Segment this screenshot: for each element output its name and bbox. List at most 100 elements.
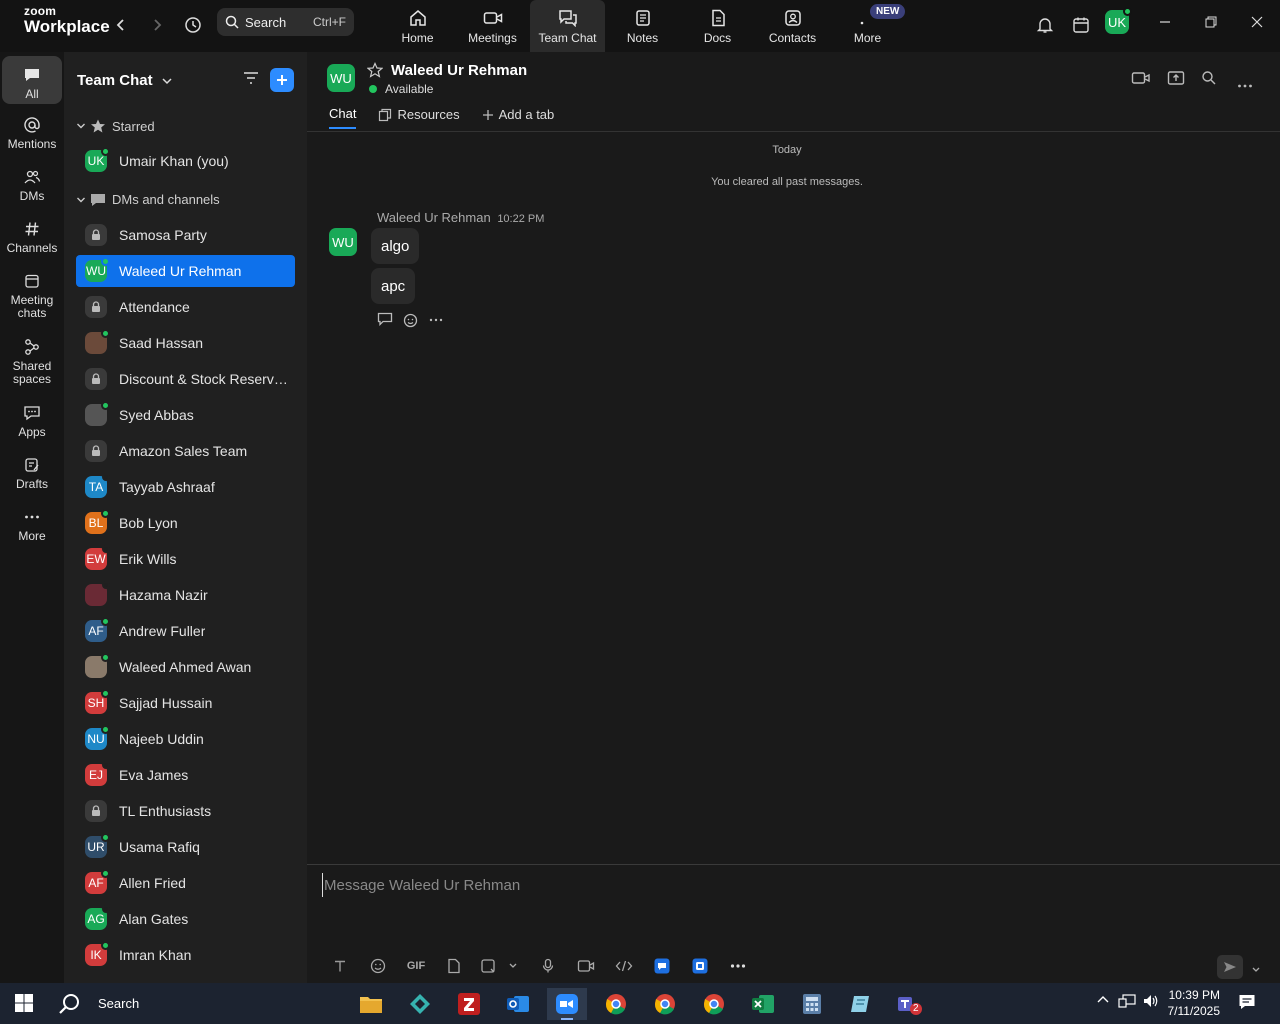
contact-row[interactable]: Saad Hassan xyxy=(76,327,295,359)
tab-add[interactable]: Add a tab xyxy=(482,106,554,129)
volume-icon[interactable] xyxy=(1142,993,1160,1014)
contact-row[interactable]: BL Bob Lyon xyxy=(76,507,295,539)
code-snippet-icon[interactable] xyxy=(605,960,643,972)
nav-contacts[interactable]: Contacts xyxy=(755,0,830,52)
reply-icon[interactable] xyxy=(377,312,393,333)
message-sender[interactable]: Waleed Ur Rehman xyxy=(377,210,491,225)
channel-row[interactable]: TL Enthusiasts xyxy=(76,795,295,827)
contact-row[interactable]: EJ Eva James xyxy=(76,759,295,791)
send-options-chevron-icon[interactable] xyxy=(1251,961,1261,979)
chat-title[interactable]: Waleed Ur Rehman xyxy=(391,62,527,79)
video-call-icon[interactable] xyxy=(1131,70,1151,91)
nav-team-chat[interactable]: Team Chat xyxy=(530,0,605,52)
file-explorer-icon[interactable] xyxy=(351,988,391,1020)
chevron-down-icon[interactable] xyxy=(503,962,523,970)
contact-row[interactable]: AF Allen Fried xyxy=(76,867,295,899)
minimize-icon[interactable] xyxy=(1150,10,1180,34)
message-input[interactable] xyxy=(322,873,1222,897)
send-button[interactable] xyxy=(1217,955,1243,979)
contact-row[interactable]: AF Andrew Fuller xyxy=(76,615,295,647)
dms-section-header[interactable]: DMs and channels xyxy=(76,192,220,207)
channel-row[interactable]: Amazon Sales Team xyxy=(76,435,295,467)
network-icon[interactable] xyxy=(1118,993,1136,1014)
channel-row[interactable]: Samosa Party xyxy=(76,219,295,251)
chrome-profile-icon[interactable] xyxy=(645,988,685,1020)
rail-apps[interactable]: Apps xyxy=(2,402,62,439)
restore-icon[interactable] xyxy=(1196,10,1226,34)
contact-row[interactable]: UR Usama Rafiq xyxy=(76,831,295,863)
contact-row[interactable]: EW Erik Wills xyxy=(76,543,295,575)
nav-notes[interactable]: Notes xyxy=(605,0,680,52)
rail-dms[interactable]: DMs xyxy=(2,166,62,203)
search-icon[interactable] xyxy=(1201,70,1217,91)
search-box[interactable]: Search Ctrl+F xyxy=(217,8,354,36)
channel-row[interactable]: Discount & Stock Reservati... xyxy=(76,363,295,395)
tray-chevron-up-icon[interactable] xyxy=(1096,993,1110,1012)
app-docs-icon[interactable] xyxy=(681,958,719,974)
rail-meeting-chats[interactable]: Meeting chats xyxy=(2,270,62,320)
message-bubble[interactable]: apc xyxy=(371,268,416,304)
close-icon[interactable] xyxy=(1242,10,1272,34)
contact-row[interactable]: AG Alan Gates xyxy=(76,903,295,935)
user-avatar[interactable]: UK xyxy=(1105,7,1132,34)
file-icon[interactable] xyxy=(435,958,473,974)
contact-row[interactable]: WU Waleed Ur Rehman xyxy=(76,255,295,287)
ellipsis-icon[interactable] xyxy=(429,312,443,333)
screenshot-icon[interactable] xyxy=(473,958,503,974)
microphone-icon[interactable] xyxy=(529,958,567,974)
new-chat-button[interactable] xyxy=(270,68,294,92)
contact-row[interactable]: UK Umair Khan (you) xyxy=(76,145,295,177)
notes-app-icon[interactable] xyxy=(841,988,881,1020)
chrome-profile-icon[interactable] xyxy=(694,988,734,1020)
taskbar-clock[interactable]: 10:39 PM 7/11/2025 xyxy=(1162,987,1221,1019)
star-outline-icon[interactable] xyxy=(366,62,384,83)
rail-drafts[interactable]: Drafts xyxy=(2,454,62,491)
message-bubble[interactable]: algo xyxy=(371,228,420,264)
taskbar-search[interactable]: Search xyxy=(58,988,348,1019)
contact-row[interactable]: TA Tayyab Ashraaf xyxy=(76,471,295,503)
bell-icon[interactable] xyxy=(1032,12,1058,38)
sidebar-title[interactable]: Team Chat xyxy=(77,72,173,89)
rail-mentions[interactable]: Mentions xyxy=(2,114,62,151)
nav-home[interactable]: Home xyxy=(380,0,455,52)
video-message-icon[interactable] xyxy=(567,959,605,973)
starred-section-header[interactable]: Starred xyxy=(76,118,155,134)
contact-row[interactable]: Hazama Nazir xyxy=(76,579,295,611)
contact-row[interactable]: Waleed Ahmed Awan xyxy=(76,651,295,683)
calculator-icon[interactable] xyxy=(792,988,832,1020)
text-format-icon[interactable] xyxy=(321,959,359,973)
channel-row[interactable]: Attendance xyxy=(76,291,295,323)
windows-start-icon[interactable] xyxy=(14,993,34,1018)
notification-center-icon[interactable] xyxy=(1238,993,1256,1016)
rail-channels[interactable]: Channels xyxy=(2,218,62,255)
contact-row[interactable]: SH Sajjad Hussain xyxy=(76,687,295,719)
more-options-icon[interactable] xyxy=(1237,76,1253,94)
app-blue-icon[interactable] xyxy=(643,958,681,974)
calendar-icon[interactable] xyxy=(1068,12,1094,38)
nav-more[interactable]: More NEW xyxy=(830,0,906,52)
nav-meetings[interactable]: Meetings xyxy=(455,0,530,52)
tab-resources[interactable]: Resources xyxy=(378,106,460,129)
teams-icon[interactable]: 2 xyxy=(890,988,930,1020)
filter-icon[interactable] xyxy=(242,70,260,91)
share-screen-icon[interactable] xyxy=(1167,70,1185,91)
emoji-icon[interactable] xyxy=(359,958,397,974)
rail-shared-spaces[interactable]: Shared spaces xyxy=(2,336,62,386)
forward-icon[interactable] xyxy=(144,12,170,38)
rail-more[interactable]: More xyxy=(2,506,62,543)
back-icon[interactable] xyxy=(108,12,134,38)
contact-row[interactable]: NU Najeeb Uddin xyxy=(76,723,295,755)
chat-avatar[interactable]: WU xyxy=(327,64,355,92)
excel-icon[interactable] xyxy=(743,988,783,1020)
chrome-icon[interactable] xyxy=(596,988,636,1020)
app-diamond-icon[interactable] xyxy=(400,988,440,1020)
history-icon[interactable] xyxy=(180,12,206,38)
tab-chat[interactable]: Chat xyxy=(329,106,357,129)
contact-row[interactable]: Syed Abbas xyxy=(76,399,295,431)
more-tools-icon[interactable] xyxy=(719,963,757,969)
zoom-taskbar-icon[interactable] xyxy=(547,988,587,1020)
filezilla-icon[interactable] xyxy=(449,988,489,1020)
outlook-icon[interactable] xyxy=(498,988,538,1020)
nav-docs[interactable]: Docs xyxy=(680,0,755,52)
rail-all[interactable]: All xyxy=(2,56,62,104)
